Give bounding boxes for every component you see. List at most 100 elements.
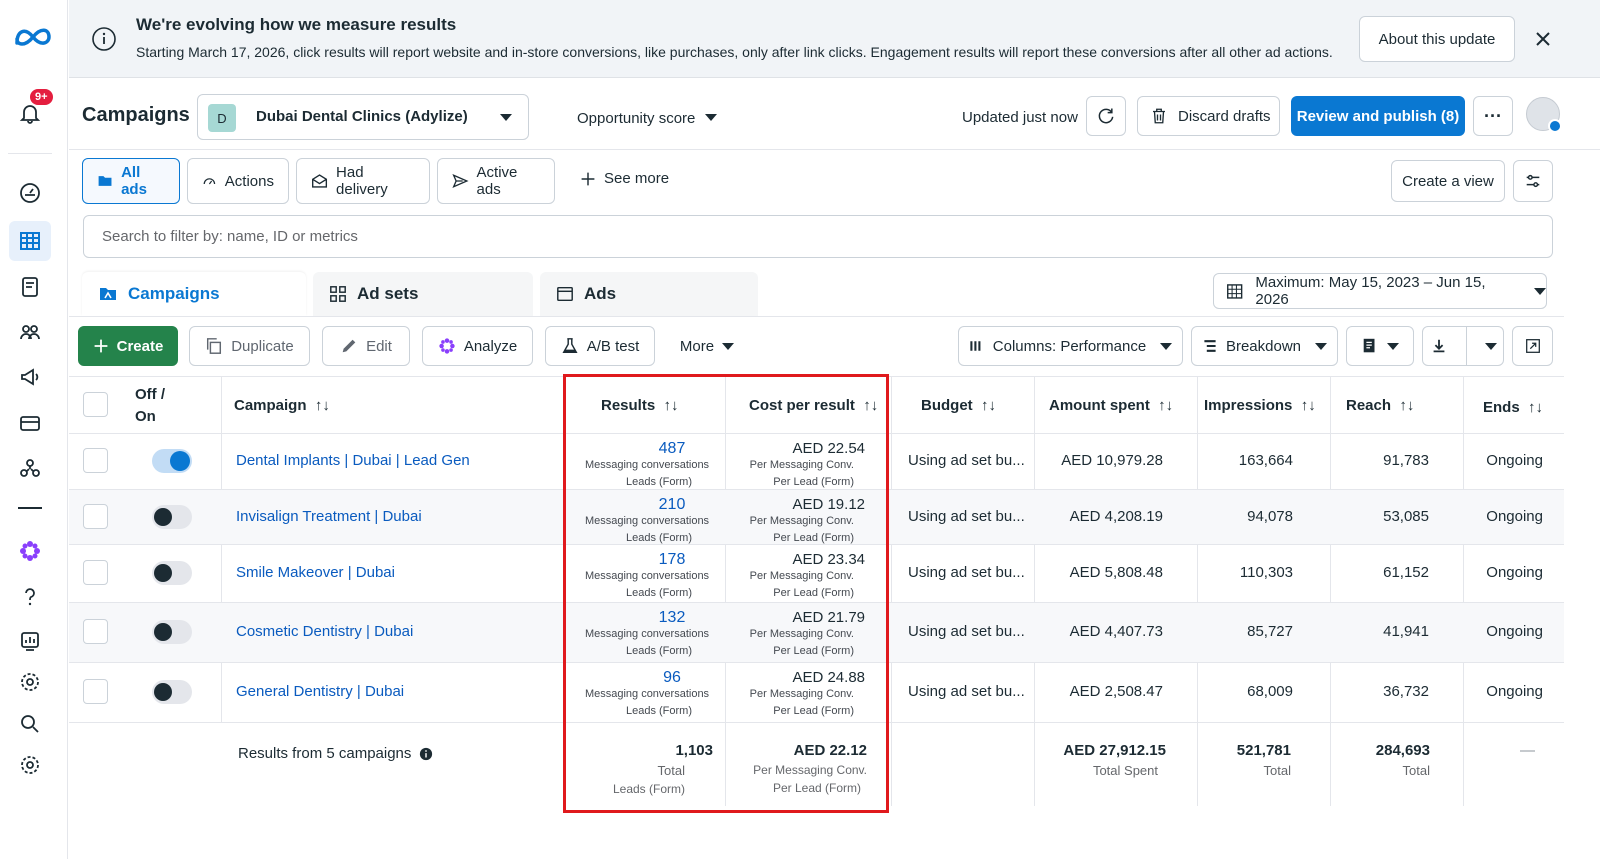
column-header-impressions[interactable]: Impressions ↑↓ [1204, 376, 1316, 434]
column-header-ends[interactable]: Ends ↑↓ [1483, 378, 1543, 436]
button-divider [1465, 326, 1467, 366]
budget-value[interactable]: Using ad set bu... [908, 564, 1025, 581]
campaign-name-link[interactable]: Cosmetic Dentistry | Dubai [236, 623, 413, 640]
campaign-toggle[interactable] [152, 620, 192, 644]
business-network-icon[interactable] [17, 455, 43, 481]
catalog-book-icon[interactable] [17, 274, 43, 300]
billing-card-icon[interactable] [17, 410, 43, 436]
row-checkbox[interactable] [83, 619, 108, 644]
info-icon[interactable] [419, 747, 433, 761]
tab-ad-sets[interactable]: Ad sets [313, 272, 533, 316]
reach-value: 36,732 [1383, 683, 1429, 700]
trash-icon [1153, 108, 1165, 124]
budget-value[interactable]: Using ad set bu... [908, 623, 1025, 640]
reach-header-label: Reach [1346, 396, 1392, 414]
sort-icon: ↑↓ [1528, 398, 1544, 416]
filter-active-ads-label: Active ads [476, 164, 518, 198]
row-checkbox[interactable] [83, 503, 108, 529]
tab-ads-label: Ads [584, 284, 617, 303]
columns-dropdown[interactable]: Columns: Performance [958, 326, 1183, 366]
overview-gauge-icon[interactable] [17, 180, 43, 206]
see-more-filters[interactable]: See more [580, 170, 669, 187]
filter-all-ads-label: All ads [121, 164, 147, 198]
campaigns-megaphone-icon[interactable] [17, 364, 43, 390]
column-header-campaign[interactable]: Campaign ↑↓ [234, 376, 330, 434]
settings-gear-icon[interactable] [17, 669, 43, 695]
edit-button[interactable]: Edit [322, 326, 410, 366]
more-options-button[interactable]: ··· [1473, 96, 1513, 136]
export-dropdown[interactable] [1422, 326, 1504, 366]
row-checkbox[interactable] [83, 560, 108, 585]
about-update-button[interactable]: About this update [1359, 16, 1515, 62]
create-button[interactable]: Create [78, 326, 178, 366]
campaign-name-link[interactable]: Dental Implants | Dubai | Lead Gen [236, 452, 470, 469]
search-icon[interactable] [17, 711, 43, 737]
chevron-down-icon [1387, 342, 1399, 350]
reach-value: 91,783 [1383, 452, 1429, 469]
reports-dashboard-icon[interactable] [17, 628, 43, 654]
campaign-toggle[interactable] [152, 680, 192, 704]
column-header-budget[interactable]: Budget ↑↓ [921, 376, 996, 434]
help-question-icon[interactable] [17, 584, 43, 610]
column-header-amount-spent[interactable]: Amount spent ↑↓ [1049, 376, 1173, 434]
refresh-button[interactable] [1086, 96, 1126, 136]
row-checkbox[interactable] [83, 448, 108, 473]
results-highlight-box [563, 374, 889, 813]
filter-all-ads[interactable]: All ads [82, 158, 180, 204]
search-input[interactable]: Search to filter by: name, ID or metrics [83, 215, 1553, 258]
left-nav-rail: 9+ [0, 0, 68, 859]
review-publish-button[interactable]: Review and publish (8) [1291, 96, 1465, 136]
audiences-people-icon[interactable] [17, 319, 43, 345]
budget-value[interactable]: Using ad set bu... [908, 508, 1025, 525]
ab-test-button[interactable]: A/B test [545, 326, 655, 366]
create-view-button[interactable]: Create a view [1391, 160, 1505, 202]
budget-value[interactable]: Using ad set bu... [908, 683, 1025, 700]
duplicate-button[interactable]: Duplicate [189, 326, 310, 366]
campaign-toggle[interactable] [152, 449, 192, 473]
opportunity-score-dropdown[interactable]: Opportunity score [577, 110, 718, 127]
avatar[interactable] [1526, 97, 1562, 133]
profile-badge [1548, 119, 1562, 133]
meta-logo-icon[interactable] [12, 24, 54, 50]
date-range-label: Maximum: May 15, 2023 – Jun 15, 2026 [1255, 274, 1486, 308]
filter-active-ads[interactable]: Active ads [437, 158, 555, 204]
column-header-off-on: Off / On [135, 383, 165, 429]
advanced-settings-gear-icon[interactable] [17, 752, 43, 778]
totals-impressions: 521,781 [1236, 742, 1291, 759]
totals-spent: AED 27,912.15 [1063, 742, 1166, 759]
amount-spent-value: AED 5,808.48 [1069, 564, 1163, 581]
select-all-checkbox[interactable] [83, 392, 108, 417]
tab-campaigns[interactable]: Campaigns [82, 272, 306, 316]
campaign-toggle[interactable] [152, 504, 192, 529]
amount-spent-header-label: Amount spent [1049, 396, 1150, 414]
filter-actions[interactable]: Actions [187, 158, 289, 204]
gauge-icon [203, 178, 216, 185]
discard-drafts-button[interactable]: Discard drafts [1137, 96, 1280, 136]
reports-dropdown[interactable] [1346, 326, 1414, 366]
tab-ads[interactable]: Ads [540, 272, 758, 316]
account-selector[interactable]: D Dubai Dental Clinics (Adylize) [197, 94, 529, 140]
column-header-reach[interactable]: Reach ↑↓ [1346, 376, 1414, 434]
sort-icon: ↑↓ [1158, 396, 1174, 414]
impressions-value: 68,009 [1247, 683, 1293, 700]
expand-button[interactable] [1512, 326, 1553, 366]
campaign-toggle[interactable] [152, 561, 192, 585]
budget-value[interactable]: Using ad set bu... [908, 452, 1025, 469]
close-icon[interactable] [1532, 28, 1554, 50]
row-checkbox[interactable] [83, 679, 108, 704]
campaign-name-link[interactable]: Invisalign Treatment | Dubai [236, 508, 422, 525]
ads-manager-table-icon[interactable] [17, 228, 43, 254]
ai-sparkle-flower-icon[interactable] [17, 538, 43, 564]
ai-sparkle-icon [439, 338, 455, 354]
campaign-name-link[interactable]: General Dentistry | Dubai [236, 683, 404, 700]
tab-campaigns-label: Campaigns [128, 284, 220, 303]
breakdown-dropdown[interactable]: Breakdown [1191, 326, 1338, 366]
ad-window-icon [557, 286, 573, 302]
campaign-name-link[interactable]: Smile Makeover | Dubai [236, 564, 395, 581]
date-range-picker[interactable]: Maximum: May 15, 2023 – Jun 15, 2026 [1213, 273, 1547, 309]
sort-icon: ↑↓ [981, 396, 997, 414]
filter-had-delivery[interactable]: Had delivery [296, 158, 430, 204]
analyze-button[interactable]: Analyze [422, 326, 533, 366]
view-settings-button[interactable] [1513, 160, 1553, 202]
more-actions-dropdown[interactable]: More [668, 326, 746, 366]
